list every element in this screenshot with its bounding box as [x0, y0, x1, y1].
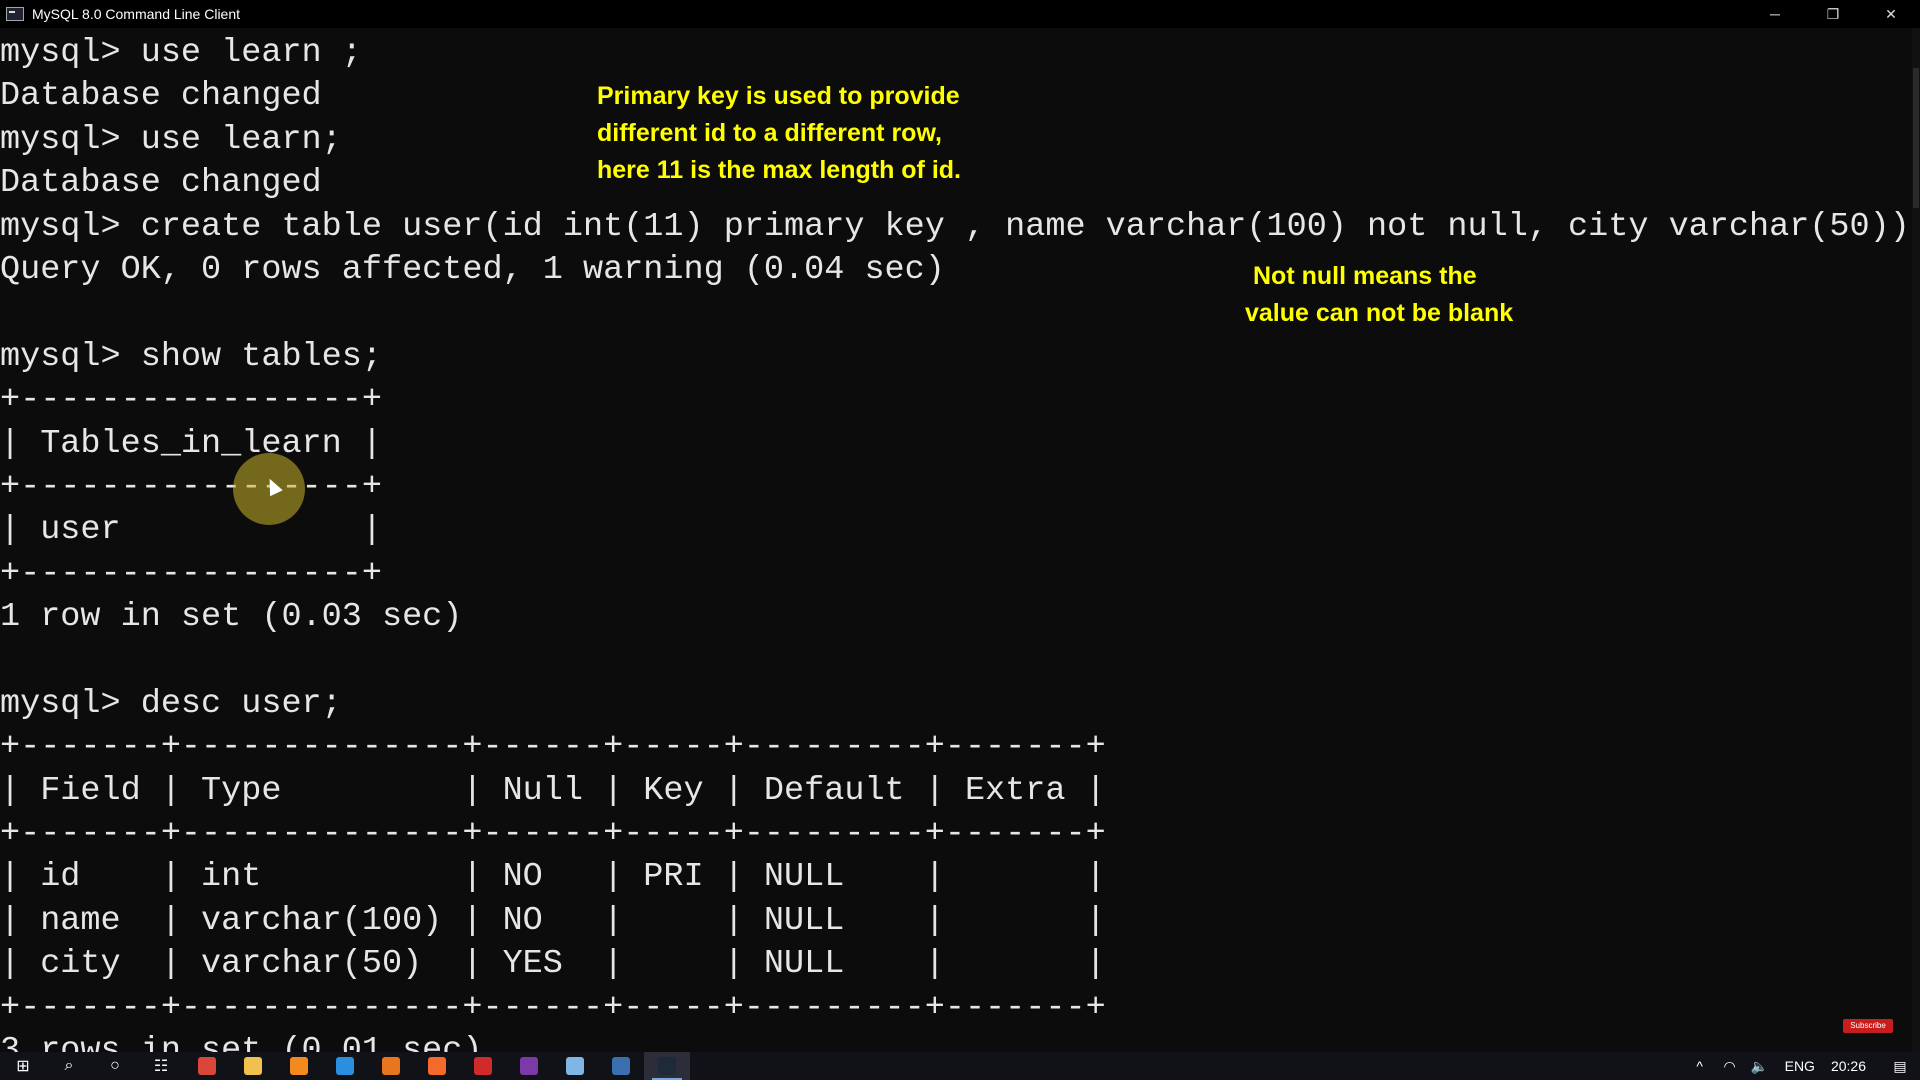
console-line: Query OK, 0 rows affected, 1 warning (0.… [0, 250, 945, 289]
mysql-workbench-icon[interactable] [598, 1052, 644, 1080]
app-orange-shape [382, 1057, 400, 1075]
console-line: | id | int | NO | PRI | NULL | | [0, 858, 1106, 897]
onenote-shape [520, 1057, 538, 1075]
title-bar: MySQL 8.0 Command Line Client ─ ❐ ✕ [0, 0, 1920, 28]
sublime-text-shape [290, 1057, 308, 1075]
console-line: +-----------------+ [0, 554, 382, 593]
tray-chevron-icon[interactable]: ^ [1685, 1058, 1715, 1074]
file-explorer-shape [244, 1057, 262, 1075]
mysql-workbench-shape [612, 1057, 630, 1075]
annotation-line: Not null means the [1253, 262, 1477, 290]
file-explorer-icon[interactable] [230, 1052, 276, 1080]
cortana-glyph: ○ [110, 1057, 120, 1074]
console-scrollbar[interactable] [1912, 28, 1920, 1052]
search-icon[interactable]: ⌕ [46, 1052, 92, 1080]
primary-key-annotation: Primary key is used to provide different… [597, 78, 961, 189]
mysql-console-app-icon [6, 7, 24, 21]
minimize-button[interactable]: ─ [1746, 0, 1804, 28]
annotation-line: here 11 is the max length of id. [597, 156, 961, 184]
language-indicator[interactable]: ENG [1785, 1058, 1815, 1074]
scrollbar-thumb[interactable] [1913, 68, 1919, 208]
console-line: +-------+--------------+------+-----+---… [0, 988, 1106, 1027]
onenote-icon[interactable] [506, 1052, 552, 1080]
search-glyph: ⌕ [64, 1057, 74, 1074]
console-line: +-------+--------------+------+-----+---… [0, 728, 1106, 767]
console-line: +-----------------+ [0, 381, 382, 420]
console-line: +-------+--------------+------+-----+---… [0, 815, 1106, 854]
console-line: mysql> desc user; [0, 684, 342, 723]
volume-icon[interactable]: 🔈 [1745, 1058, 1775, 1075]
annotation-line: different id to a different row, [597, 119, 942, 147]
window-controls: ─ ❐ ✕ [1746, 0, 1920, 28]
console-line: mysql> use learn ; [0, 34, 362, 72]
vscode-shape [336, 1057, 354, 1075]
xampp-icon[interactable] [414, 1052, 460, 1080]
chrome-shape [198, 1057, 216, 1075]
network-icon[interactable]: ◠ [1715, 1058, 1745, 1075]
mysql-cli-icon[interactable] [644, 1052, 690, 1080]
paint-icon[interactable] [552, 1052, 598, 1080]
system-tray: ^ ◠ 🔈 ENG 20:26 ▤ [1685, 1052, 1920, 1080]
console-line: 1 row in set (0.03 sec) [0, 598, 463, 637]
task-view-glyph: ☷ [153, 1058, 169, 1075]
window-title: MySQL 8.0 Command Line Client [32, 6, 241, 22]
vscode-icon[interactable] [322, 1052, 368, 1080]
clock[interactable]: 20:26 [1831, 1058, 1866, 1074]
taskbar: ⊞ ⌕ ○ ☷ ^ ◠ 🔈 ENG 20:26 ▤ [0, 1052, 1920, 1080]
windows-start-glyph: ⊞ [16, 1058, 30, 1075]
console-line: mysql> create table user(id int(11) prim… [0, 207, 1910, 246]
restore-button[interactable]: ❐ [1804, 0, 1862, 28]
annotation-line: value can not be blank [1245, 299, 1514, 327]
taskbar-apps: ⊞ ⌕ ○ ☷ [0, 1052, 690, 1080]
obs-record-icon[interactable] [460, 1052, 506, 1080]
mysql-cli-shape [658, 1057, 676, 1075]
sublime-text-icon[interactable] [276, 1052, 322, 1080]
app-orange-icon[interactable] [368, 1052, 414, 1080]
not-null-annotation: Not null means the value can not be blan… [1245, 258, 1513, 332]
console-line: | Field | Type | Null | Key | Default | … [0, 771, 1106, 810]
chrome-icon[interactable] [184, 1052, 230, 1080]
cortana-icon[interactable]: ○ [92, 1052, 138, 1080]
xampp-shape [428, 1057, 446, 1075]
console-line: mysql> show tables; [0, 337, 382, 376]
obs-record-shape [474, 1057, 492, 1075]
windows-start-icon[interactable]: ⊞ [0, 1052, 46, 1080]
console-line: | name | varchar(100) | NO | | NULL | | [0, 901, 1106, 940]
task-view-icon[interactable]: ☷ [138, 1052, 184, 1080]
notifications-icon[interactable]: ▤ [1880, 1058, 1920, 1075]
paint-shape [566, 1057, 584, 1075]
subscribe-badge[interactable]: Subscribe [1843, 1019, 1893, 1033]
console-line: | city | varchar(50) | YES | | NULL | | [0, 945, 1106, 984]
close-button[interactable]: ✕ [1862, 0, 1920, 28]
annotation-line: Primary key is used to provide [597, 82, 960, 110]
